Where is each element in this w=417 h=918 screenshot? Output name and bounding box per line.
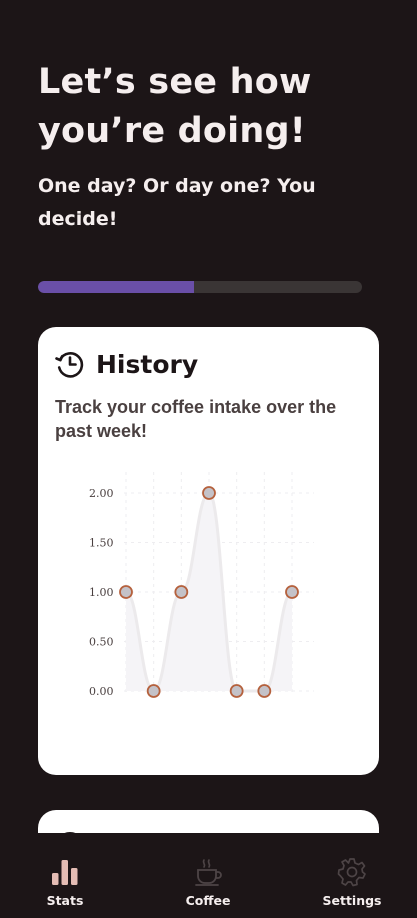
chart-data-point bbox=[119, 585, 133, 599]
history-card-header: History bbox=[55, 347, 198, 381]
chart-data-point bbox=[146, 684, 161, 698]
progress-bar-fill bbox=[38, 281, 194, 293]
history-card-description: Track your coffee intake over the past w… bbox=[55, 397, 337, 441]
nav-label-settings: Settings bbox=[322, 893, 382, 908]
chart-y-tick-label: 0.00 bbox=[89, 685, 114, 698]
history-card-title: History bbox=[96, 349, 199, 379]
chart-data-point bbox=[285, 585, 299, 599]
chart-y-tick-label: 2.00 bbox=[89, 487, 114, 500]
chart-data-point bbox=[257, 684, 272, 698]
nav-item-stats[interactable]: Stats bbox=[20, 857, 110, 908]
history-icon bbox=[55, 349, 85, 379]
nav-label-stats: Stats bbox=[46, 893, 84, 908]
chart-data-point bbox=[229, 684, 244, 698]
bottom-nav: Stats Coffee Settings bbox=[0, 833, 417, 918]
chart-data-point bbox=[202, 486, 216, 500]
chart-y-tick-label: 1.00 bbox=[89, 586, 114, 599]
gear-icon bbox=[337, 858, 366, 887]
stats-screen: Let’s see how you’re doing! One day? Or … bbox=[0, 0, 417, 918]
history-card: History Track your coffee intake over th… bbox=[38, 327, 379, 775]
chart-data-point bbox=[174, 585, 189, 599]
chart-y-tick-label: 1.50 bbox=[89, 537, 114, 550]
coffee-history-chart: 0.00 0.50 1.00 1.50 2.00 bbox=[89, 472, 314, 698]
nav-item-settings[interactable]: Settings bbox=[307, 857, 397, 908]
coffee-cup-icon bbox=[195, 859, 222, 886]
progress-bar bbox=[38, 281, 362, 293]
bar-chart-icon bbox=[52, 860, 78, 885]
page-title: Let’s see how you’re doing! bbox=[38, 62, 312, 151]
chart-y-tick-label: 0.50 bbox=[89, 636, 114, 649]
nav-item-coffee[interactable]: Coffee bbox=[163, 857, 253, 908]
page-subtitle: One day? Or day one? You decide! bbox=[38, 175, 316, 230]
chart-series-area bbox=[126, 493, 292, 691]
chart-y-axis: 0.00 0.50 1.00 1.50 2.00 bbox=[89, 487, 114, 698]
nav-label-coffee: Coffee bbox=[185, 893, 231, 908]
